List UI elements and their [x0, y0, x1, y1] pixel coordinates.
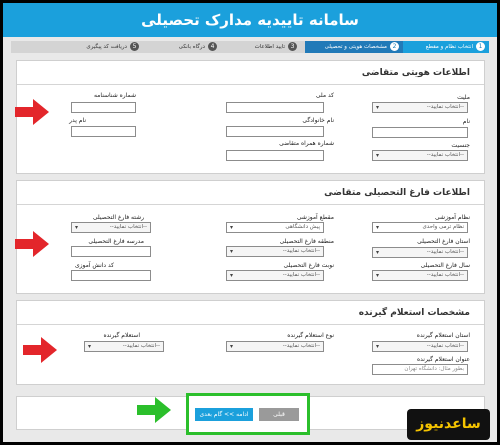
inquirer-panel: مشخصات استعلام گیرنده استان استعلام گیرن… — [16, 300, 485, 385]
step-4-number: 4 — [208, 42, 217, 51]
father-name-label: نام پدر — [69, 117, 86, 124]
actions-highlight: ادامه >> گام بعدی قبلی — [186, 393, 310, 435]
mobile-input[interactable] — [226, 150, 324, 161]
id-number-input[interactable] — [71, 102, 136, 113]
grad-province-label: استان فارغ التحصیلی — [417, 238, 470, 245]
inquirer-title-label: عنوان استعلام گیرنده — [416, 356, 470, 363]
first-name-label: نام — [462, 118, 470, 125]
red-arrow-icon — [15, 99, 49, 125]
site-logo: ساعدنیوز — [407, 409, 490, 440]
graduation-title: اطلاعات فارغ التحصیلی متقاضی — [324, 188, 470, 198]
last-name-input[interactable] — [226, 126, 324, 137]
step-4[interactable]: 4درگاه بانکی — [151, 41, 221, 53]
step-5[interactable]: 5دریافت کد پیگیری — [43, 41, 143, 53]
gender-select[interactable]: --انتخاب نمایید-- — [372, 150, 468, 161]
inquirer-type-label: نوع استعلام گیرنده — [287, 332, 334, 339]
mobile-label: شماره همراه متقاضی — [279, 140, 334, 147]
student-code-input[interactable] — [71, 270, 151, 281]
national-code-label: کد ملی — [315, 92, 334, 99]
first-name-input[interactable] — [372, 127, 468, 138]
step-2[interactable]: 2مشخصات هویتی و تحصیلی — [305, 41, 403, 53]
step-5-label: دریافت کد پیگیری — [86, 44, 127, 50]
region-select[interactable]: --انتخاب نمایید-- — [226, 246, 324, 257]
gender-label: جنسیت — [451, 142, 470, 149]
next-button[interactable]: ادامه >> گام بعدی — [195, 408, 253, 421]
last-name-label: نام خانوادگی — [302, 117, 334, 124]
green-arrow-icon — [137, 397, 171, 423]
red-arrow-icon — [23, 337, 57, 363]
grad-term-label: نوبت فارغ التحصیلی — [283, 262, 335, 269]
grad-province-select[interactable]: --انتخاب نمایید-- — [372, 247, 468, 258]
education-system-label: نظام آموزشی — [435, 214, 470, 221]
identity-title: اطلاعات هویتی متقاضی — [361, 68, 470, 78]
graduation-divider — [17, 204, 484, 205]
nationality-label: ملیت — [457, 94, 470, 101]
step-1-number: 1 — [476, 42, 485, 51]
field-select[interactable]: --انتخاب نمایید-- — [71, 222, 151, 233]
step-5-number: 5 — [130, 42, 139, 51]
grad-year-select[interactable]: --انتخاب نمایید-- — [372, 270, 468, 281]
step-1-label: انتخاب نظام و مقطع — [425, 44, 473, 50]
grade-select[interactable]: پیش دانشگاهی — [226, 222, 324, 233]
id-number-label: شماره شناسنامه — [93, 92, 136, 99]
inquirer-divider — [17, 324, 484, 325]
step-4-label: درگاه بانکی — [178, 44, 205, 50]
grad-term-select[interactable]: --انتخاب نمایید-- — [226, 270, 324, 281]
inquirer-title-input[interactable]: بطور مثال: دانشگاه تهران — [372, 364, 468, 375]
student-code-label: کد دانش آموزی — [74, 262, 114, 269]
red-arrow-icon — [15, 231, 49, 257]
inquirer-name-select[interactable]: --انتخاب نمایید-- — [84, 341, 164, 352]
grade-label: مقطع آموزشی — [296, 214, 334, 221]
previous-button[interactable]: قبلی — [259, 408, 299, 421]
nationality-select[interactable]: --انتخاب نمایید-- — [372, 102, 468, 113]
region-label: منطقه فارغ التحصیلی — [279, 238, 334, 245]
education-system-select[interactable]: نظام ترمی واحدی — [372, 222, 468, 233]
step-2-number: 2 — [390, 42, 399, 51]
page-frame: سامانه تاییدیه مدارک تحصیلی 1انتخاب نظام… — [3, 3, 497, 442]
inquirer-name-label: استعلام گیرنده — [103, 332, 140, 339]
step-3-number: 3 — [288, 42, 297, 51]
identity-panel: اطلاعات هویتی متقاضی ملیت --انتخاب نمایی… — [16, 60, 485, 174]
identity-divider — [17, 84, 484, 85]
step-1[interactable]: 1انتخاب نظام و مقطع — [403, 41, 489, 53]
graduation-panel: اطلاعات فارغ التحصیلی متقاضی نظام آموزشی… — [16, 180, 485, 294]
inquirer-type-select[interactable]: --انتخاب نمایید-- — [226, 341, 324, 352]
step-3[interactable]: 3تایید اطلاعات — [231, 41, 301, 53]
national-code-input[interactable] — [226, 102, 324, 113]
inquirer-province-select[interactable]: --انتخاب نمایید-- — [372, 341, 468, 352]
step-progress-bar: 1انتخاب نظام و مقطع 2مشخصات هویتی و تحصی… — [11, 41, 489, 53]
inquirer-province-label: استان استعلام گیرنده — [416, 332, 470, 339]
page-title: سامانه تاییدیه مدارک تحصیلی — [3, 3, 497, 37]
school-input[interactable] — [71, 246, 151, 257]
grad-year-label: سال فارغ التحصیلی — [420, 262, 470, 269]
step-3-label: تایید اطلاعات — [254, 44, 285, 50]
step-2-label: مشخصات هویتی و تحصیلی — [324, 44, 387, 50]
field-label: رشته فارغ التحصیلی — [92, 214, 144, 221]
school-label: مدرسه فارغ التحصیلی — [88, 238, 144, 245]
father-name-input[interactable] — [71, 126, 136, 137]
inquirer-title: مشخصات استعلام گیرنده — [358, 308, 470, 318]
